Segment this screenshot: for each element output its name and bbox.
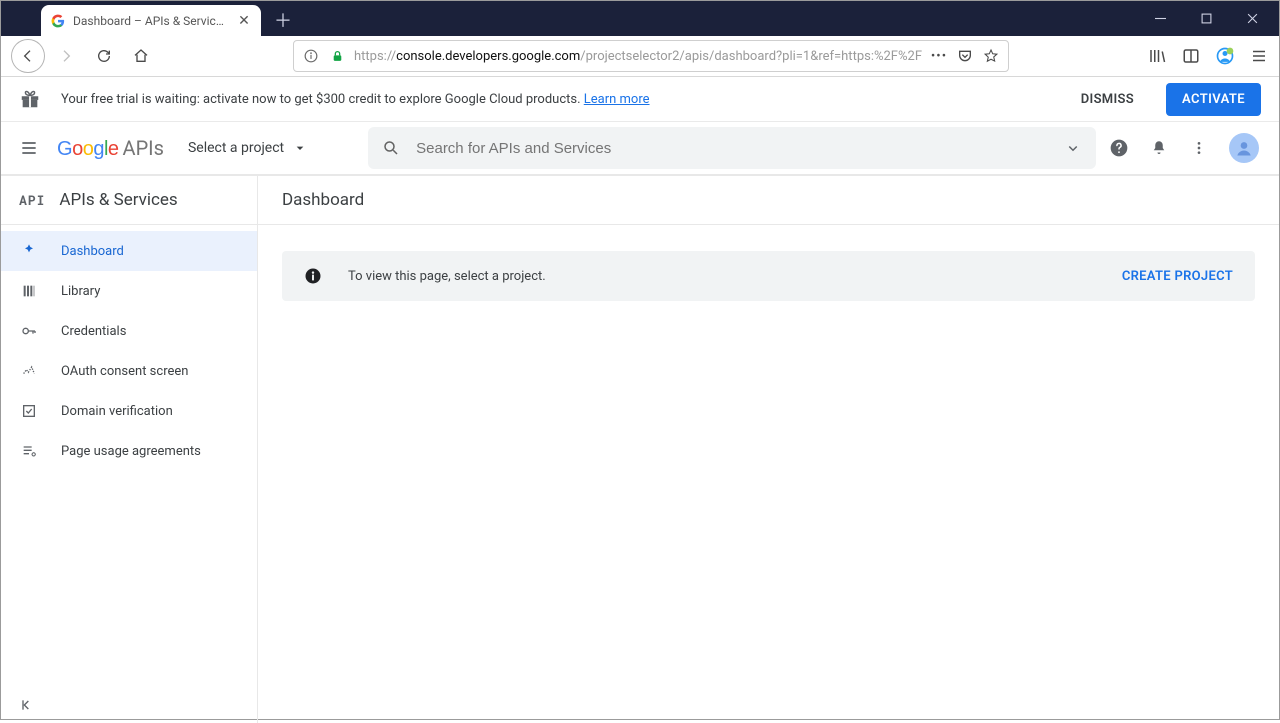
create-project-button[interactable]: CREATE PROJECT bbox=[1122, 269, 1233, 284]
sidebar-item-label: Page usage agreements bbox=[61, 444, 201, 459]
more-icon[interactable] bbox=[1189, 138, 1209, 158]
learn-more-link[interactable]: Learn more bbox=[584, 92, 650, 107]
close-window-button[interactable] bbox=[1229, 4, 1275, 34]
info-icon[interactable] bbox=[302, 47, 320, 65]
trial-message: Your free trial is waiting: activate now… bbox=[61, 92, 1049, 107]
browser-tab[interactable]: Dashboard – APIs & Services – ✕ bbox=[41, 5, 261, 36]
meatball-icon[interactable]: ••• bbox=[930, 47, 948, 65]
project-selector-label: Select a project bbox=[188, 140, 284, 156]
window-controls bbox=[1137, 1, 1279, 36]
new-tab-button[interactable]: ＋ bbox=[269, 6, 297, 34]
sidebar-item-library[interactable]: Library bbox=[1, 271, 257, 311]
sidebar-item-label: Dashboard bbox=[61, 244, 124, 259]
search-input[interactable] bbox=[414, 139, 1050, 158]
sidebar-section-title: API APIs & Services bbox=[1, 176, 257, 225]
search-chevron-icon[interactable] bbox=[1064, 139, 1082, 157]
bookmark-star-icon[interactable] bbox=[982, 47, 1000, 65]
pocket-icon[interactable] bbox=[956, 47, 974, 65]
search-box[interactable] bbox=[368, 127, 1096, 169]
close-tab-icon[interactable]: ✕ bbox=[237, 14, 251, 28]
page-title: Dashboard bbox=[258, 176, 1279, 225]
sidebar-item-domain[interactable]: Domain verification bbox=[1, 391, 257, 431]
google-favicon-icon bbox=[51, 14, 65, 28]
sidebar-item-label: OAuth consent screen bbox=[61, 364, 188, 379]
info-banner: To view this page, select a project. CRE… bbox=[282, 251, 1255, 301]
api-logo-icon: API bbox=[19, 191, 45, 209]
info-icon bbox=[304, 267, 322, 285]
library-icon bbox=[19, 283, 39, 299]
tab-title: Dashboard – APIs & Services – bbox=[73, 14, 229, 28]
sidebar-item-dashboard[interactable]: Dashboard bbox=[1, 231, 257, 271]
dropdown-icon bbox=[292, 140, 308, 156]
home-button[interactable] bbox=[126, 40, 158, 72]
notifications-icon[interactable] bbox=[1149, 138, 1169, 158]
apis-logo-text: APIs bbox=[123, 136, 164, 160]
sidebar-item-agreements[interactable]: Page usage agreements bbox=[1, 431, 257, 471]
info-message: To view this page, select a project. bbox=[348, 269, 1096, 284]
sidebar-item-credentials[interactable]: Credentials bbox=[1, 311, 257, 351]
collapse-sidebar-icon[interactable] bbox=[19, 697, 35, 713]
domain-icon bbox=[19, 403, 39, 419]
sidebar-item-oauth[interactable]: OAuth consent screen bbox=[1, 351, 257, 391]
sidebar-item-label: Credentials bbox=[61, 324, 126, 339]
browser-titlebar: Dashboard – APIs & Services – ✕ ＋ bbox=[1, 1, 1279, 36]
activate-button[interactable]: ACTIVATE bbox=[1166, 83, 1261, 116]
browser-toolbar: https://console.developers.google.com/pr… bbox=[1, 36, 1279, 77]
google-apis-logo[interactable]: Google APIs bbox=[57, 136, 164, 161]
back-button[interactable] bbox=[11, 39, 45, 73]
sidebar-item-label: Domain verification bbox=[61, 404, 173, 419]
minimize-button[interactable] bbox=[1137, 4, 1183, 34]
help-icon[interactable] bbox=[1109, 138, 1129, 158]
project-selector[interactable]: Select a project bbox=[188, 140, 308, 156]
forward-button[interactable] bbox=[51, 40, 83, 72]
section-label: APIs & Services bbox=[59, 190, 177, 210]
consent-icon bbox=[19, 363, 39, 379]
app-header: Google APIs Select a project bbox=[1, 122, 1279, 176]
gift-icon bbox=[19, 88, 41, 110]
trial-banner: Your free trial is waiting: activate now… bbox=[1, 77, 1279, 122]
dismiss-button[interactable]: DISMISS bbox=[1069, 84, 1146, 115]
google-logo-icon: Google bbox=[57, 138, 119, 161]
lock-icon[interactable] bbox=[328, 47, 346, 65]
dashboard-icon bbox=[19, 243, 39, 259]
url-text: https://console.developers.google.com/pr… bbox=[354, 49, 922, 64]
key-icon bbox=[19, 323, 39, 339]
maximize-button[interactable] bbox=[1183, 4, 1229, 34]
profile-icon[interactable] bbox=[1215, 46, 1235, 66]
sidebar-item-label: Library bbox=[61, 284, 100, 299]
library-icon[interactable] bbox=[1147, 46, 1167, 66]
sidebar: API APIs & Services Dashboard Library Cr… bbox=[1, 176, 258, 723]
sidebar-icon[interactable] bbox=[1181, 46, 1201, 66]
browser-menu-icon[interactable] bbox=[1249, 46, 1269, 66]
agreements-icon bbox=[19, 443, 39, 459]
main-content: Dashboard To view this page, select a pr… bbox=[258, 176, 1279, 723]
menu-icon[interactable] bbox=[17, 136, 41, 160]
avatar[interactable] bbox=[1229, 133, 1259, 163]
reload-button[interactable] bbox=[88, 40, 120, 72]
address-bar[interactable]: https://console.developers.google.com/pr… bbox=[293, 40, 1009, 72]
search-icon bbox=[382, 139, 400, 157]
